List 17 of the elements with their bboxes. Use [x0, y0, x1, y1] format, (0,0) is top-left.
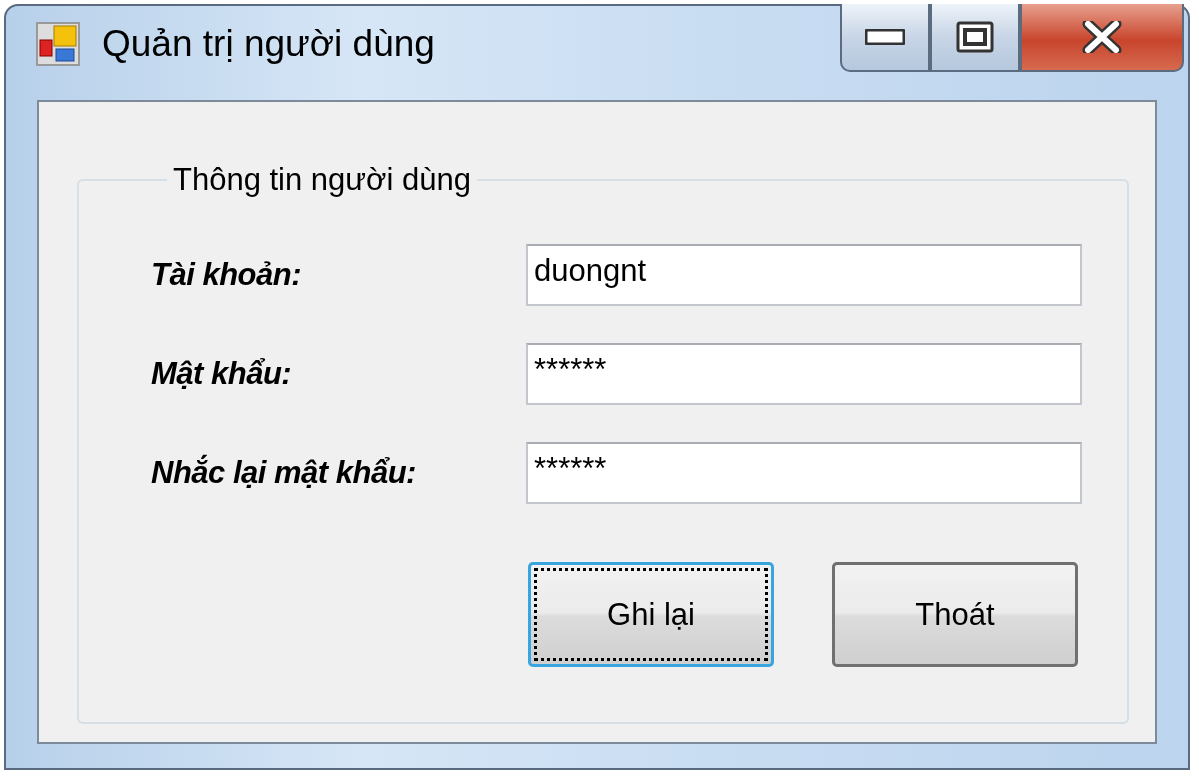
window-title: Quản trị người dùng: [102, 23, 435, 65]
close-icon: [1082, 21, 1122, 53]
dialog-button[interactable]: Ghi lại: [528, 562, 774, 667]
input-field[interactable]: duongnt: [526, 244, 1082, 306]
app-icon: [36, 22, 80, 66]
minimize-icon: [865, 29, 905, 45]
group-title: Thông tin người dùng: [172, 162, 472, 198]
input-field[interactable]: ******: [526, 442, 1082, 504]
minimize-button[interactable]: [840, 4, 930, 72]
close-button[interactable]: [1020, 4, 1184, 72]
maximize-button[interactable]: [930, 4, 1020, 72]
field-label: Tài khoản:: [151, 257, 302, 293]
input-field[interactable]: ******: [526, 343, 1082, 405]
dialog-button[interactable]: Thoát: [832, 562, 1078, 667]
field-label: Nhắc lại mật khẩu:: [151, 455, 417, 491]
field-label: Mật khẩu:: [151, 356, 293, 392]
maximize-icon: [956, 21, 994, 53]
